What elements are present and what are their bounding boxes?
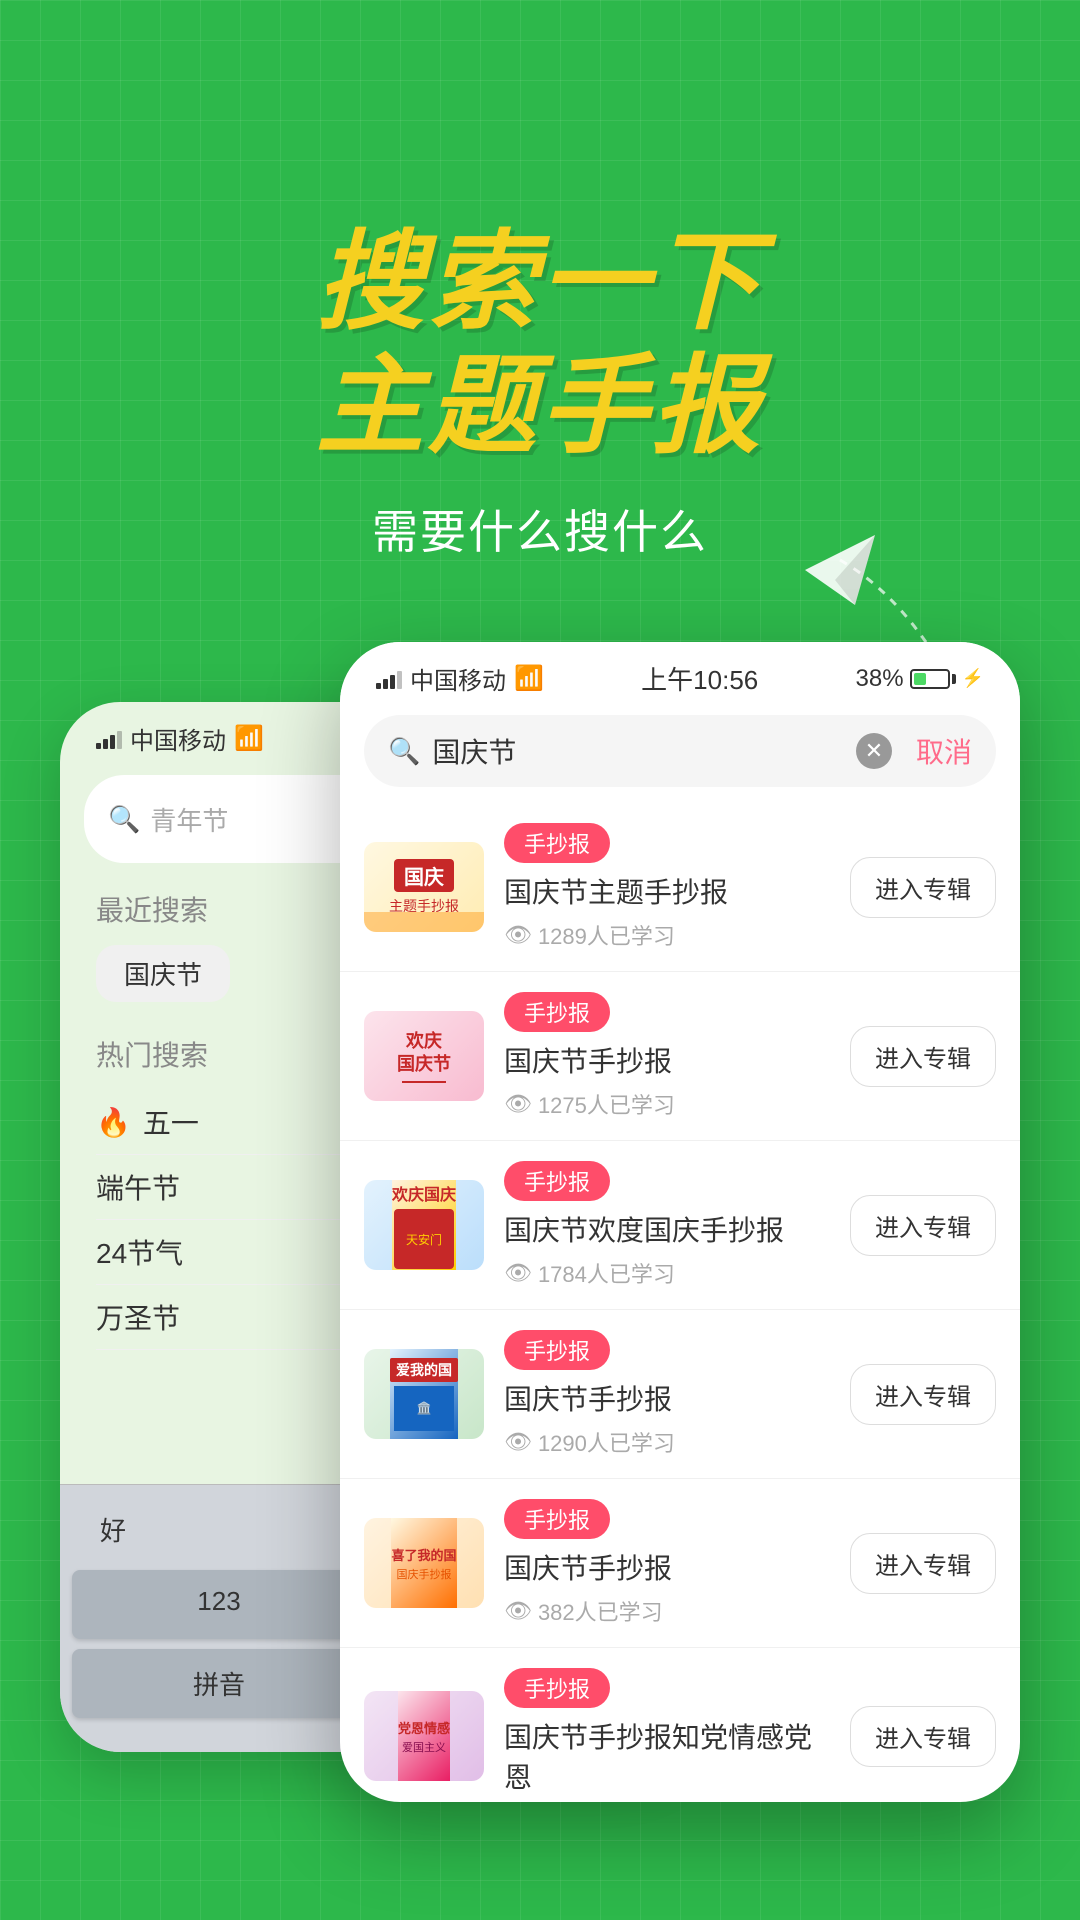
- front-phone-search-icon: 🔍: [388, 736, 420, 767]
- kb-hao[interactable]: 好: [80, 1501, 146, 1558]
- front-phone-search-query: 国庆节: [432, 731, 844, 771]
- result-thumb-5: 喜了我的国 国庆手抄报: [364, 1518, 484, 1608]
- fire-icon: 🔥: [96, 1106, 131, 1139]
- eye-icon-4: 👁: [504, 1429, 532, 1455]
- front-phone-carrier: 中国移动: [410, 661, 506, 696]
- bg-phone-search-icon: 🔍: [108, 804, 140, 835]
- result-meta-2: 👁 1275人已学习: [504, 1088, 830, 1120]
- result-title-6: 国庆节手抄报知党情感党恩: [504, 1716, 830, 1796]
- result-tag-badge-4: 手抄报: [504, 1330, 610, 1370]
- result-item-2[interactable]: 欢庆国庆节 手抄报 国庆节手抄报 👁 1275人已学习 进入专辑: [340, 972, 1020, 1141]
- front-phone-time: 上午10:56: [641, 660, 758, 697]
- hot-item-label-24jieqi: 24节气: [96, 1232, 183, 1272]
- result-info-5: 手抄报 国庆节手抄报 👁 382人已学习: [504, 1499, 830, 1627]
- result-info-3: 手抄报 国庆节欢度国庆手抄报 👁 1784人已学习: [504, 1161, 830, 1289]
- front-phone-status-right: 38% ⚡: [856, 665, 984, 693]
- result-info-2: 手抄报 国庆节手抄报 👁 1275人已学习: [504, 992, 830, 1120]
- bg-phone-wifi-icon: 📶: [234, 724, 264, 753]
- kb-pinyin-key[interactable]: 拼音: [72, 1649, 366, 1718]
- result-thumb-1: 国庆 主题手抄报: [364, 842, 484, 932]
- enter-btn-5[interactable]: 进入专辑: [850, 1533, 996, 1594]
- result-item-3[interactable]: 欢庆国庆 天安门 手抄报 国庆节欢度国庆手抄报 👁 1784人已学习 进入专辑: [340, 1141, 1020, 1310]
- bg-phone-signal: [96, 729, 122, 749]
- front-phone-bolt-icon: ⚡: [962, 668, 984, 689]
- result-meta-1: 👁 1289人已学习: [504, 919, 830, 951]
- enter-btn-6[interactable]: 进入专辑: [850, 1706, 996, 1767]
- bg-phone-status-left: 中国移动 📶: [96, 721, 264, 756]
- result-tag-badge-2: 手抄报: [504, 992, 610, 1032]
- result-views-1: 1289人已学习: [538, 919, 675, 951]
- app-background: 搜索一下 主题手报 需要什么搜什么 中国移动 📶 上午10:56: [0, 0, 1080, 1920]
- result-views-2: 1275人已学习: [538, 1088, 675, 1120]
- result-thumb-3: 欢庆国庆 天安门: [364, 1180, 484, 1270]
- result-tag-badge-6: 手抄报: [504, 1668, 610, 1708]
- result-thumb-4: 爱我的国 🏛️: [364, 1349, 484, 1439]
- result-meta-3: 👁 1784人已学习: [504, 1257, 830, 1289]
- front-phone-status-left: 中国移动 📶: [376, 661, 544, 696]
- hero-line1: 搜索一下: [316, 220, 764, 344]
- hot-item-label-duanwu: 端午节: [96, 1167, 180, 1207]
- result-views-5: 382人已学习: [538, 1595, 663, 1627]
- enter-btn-4[interactable]: 进入专辑: [850, 1364, 996, 1425]
- result-title-4: 国庆节手抄报: [504, 1378, 830, 1418]
- front-phone-battery-icon: [910, 669, 956, 689]
- result-thumb-2: 欢庆国庆节: [364, 1011, 484, 1101]
- bg-phone-search-placeholder: 青年节: [150, 801, 228, 838]
- result-views-4: 1290人已学习: [538, 1426, 675, 1458]
- result-item-6[interactable]: 党恩情感 爱国主义 手抄报 国庆节手抄报知党情感党恩 进入专辑: [340, 1648, 1020, 1802]
- hero-subtitle: 需要什么搜什么: [372, 496, 708, 562]
- result-title-1: 国庆节主题手抄报: [504, 871, 830, 911]
- result-meta-4: 👁 1290人已学习: [504, 1426, 830, 1458]
- kb-num-key[interactable]: 123: [72, 1570, 366, 1639]
- phones-container: 中国移动 📶 上午10:56 37% 🔍 青年节 取消: [60, 642, 1020, 1842]
- hot-item-label-wansheng: 万圣节: [96, 1297, 180, 1337]
- result-item-5[interactable]: 喜了我的国 国庆手抄报 手抄报 国庆节手抄报 👁 382人已学习 进入专辑: [340, 1479, 1020, 1648]
- result-tag-badge-3: 手抄报: [504, 1161, 610, 1201]
- front-phone: 中国移动 📶 上午10:56 38% ⚡ 🔍 国庆节 ✕ 取消: [340, 642, 1020, 1802]
- result-title-5: 国庆节手抄报: [504, 1547, 830, 1587]
- eye-icon-2: 👁: [504, 1091, 532, 1117]
- bg-phone-carrier: 中国移动: [130, 721, 226, 756]
- front-phone-cancel-btn[interactable]: 取消: [916, 731, 972, 771]
- result-views-3: 1784人已学习: [538, 1257, 675, 1289]
- eye-icon-3: 👁: [504, 1260, 532, 1286]
- hero-line2: 主题手报: [316, 344, 764, 468]
- front-phone-wifi-icon: 📶: [514, 664, 544, 693]
- hero-title: 搜索一下 主题手报: [316, 220, 764, 468]
- front-phone-clear-btn[interactable]: ✕: [856, 733, 892, 769]
- front-phone-search-bar[interactable]: 🔍 国庆节 ✕ 取消: [364, 715, 996, 787]
- hot-item-label-wuyi: 五一: [143, 1102, 199, 1142]
- front-phone-status-bar: 中国移动 📶 上午10:56 38% ⚡: [340, 642, 1020, 707]
- result-item-4[interactable]: 爱我的国 🏛️ 手抄报 国庆节手抄报 👁 1290人已学习 进入专辑: [340, 1310, 1020, 1479]
- result-thumb-6: 党恩情感 爱国主义: [364, 1691, 484, 1781]
- result-tag-badge-1: 手抄报: [504, 823, 610, 863]
- result-item-1[interactable]: 国庆 主题手抄报 手抄报 国庆节主题手抄报 👁 1289人已学习 进入专: [340, 803, 1020, 972]
- enter-btn-2[interactable]: 进入专辑: [850, 1026, 996, 1087]
- front-phone-signal: [376, 669, 402, 689]
- result-info-1: 手抄报 国庆节主题手抄报 👁 1289人已学习: [504, 823, 830, 951]
- enter-btn-1[interactable]: 进入专辑: [850, 857, 996, 918]
- eye-icon-5: 👁: [504, 1598, 532, 1624]
- enter-btn-3[interactable]: 进入专辑: [850, 1195, 996, 1256]
- result-tag-badge-5: 手抄报: [504, 1499, 610, 1539]
- result-title-3: 国庆节欢度国庆手抄报: [504, 1209, 830, 1249]
- eye-icon-1: 👁: [504, 922, 532, 948]
- result-meta-5: 👁 382人已学习: [504, 1595, 830, 1627]
- recent-tag-guoqing[interactable]: 国庆节: [96, 945, 230, 1002]
- result-info-4: 手抄报 国庆节手抄报 👁 1290人已学习: [504, 1330, 830, 1458]
- search-results-list: 国庆 主题手抄报 手抄报 国庆节主题手抄报 👁 1289人已学习 进入专: [340, 803, 1020, 1802]
- result-title-2: 国庆节手抄报: [504, 1040, 830, 1080]
- result-info-6: 手抄报 国庆节手抄报知党情感党恩: [504, 1668, 830, 1802]
- front-phone-battery-pct: 38%: [856, 665, 904, 693]
